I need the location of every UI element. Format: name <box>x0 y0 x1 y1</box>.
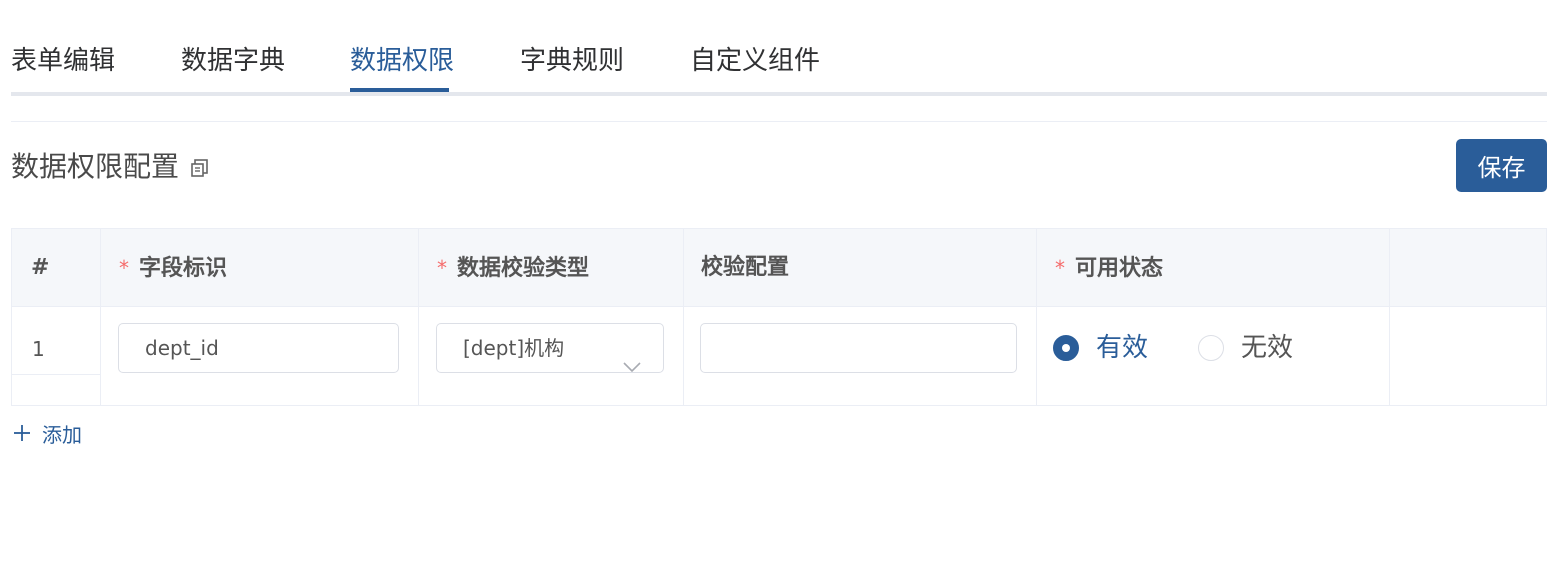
status-invalid-label[interactable]: 无效 <box>1241 331 1293 365</box>
save-button[interactable]: 保存 <box>1456 139 1547 192</box>
field-id-input[interactable]: dept_id <box>118 323 399 373</box>
active-tab-indicator <box>350 88 449 92</box>
plus-icon <box>12 423 32 443</box>
row-index-cell <box>12 307 100 375</box>
header-validation-type: * 数据校验类型 <box>437 256 590 281</box>
column-separator <box>683 229 684 405</box>
select-value: [dept]机构 <box>463 336 565 360</box>
tab-data-dictionary[interactable]: 数据字典 <box>181 44 285 78</box>
status-invalid-radio[interactable] <box>1198 335 1224 361</box>
copy-icon[interactable] <box>190 158 210 178</box>
header-field-id: * 字段标识 <box>119 256 228 281</box>
status-valid-radio[interactable] <box>1053 335 1079 361</box>
permission-table: # * 字段标识 * 数据校验类型 校验配置 * 可用状态 1 dept_id [de… <box>11 228 1547 406</box>
required-mark: * <box>437 256 447 280</box>
header-status: * 可用状态 <box>1055 256 1164 281</box>
chevron-down-icon <box>623 342 641 373</box>
section-divider <box>11 121 1547 122</box>
required-mark: * <box>1055 256 1065 280</box>
tab-bar: 表单编辑 数据字典 数据权限 字典规则 自定义组件 <box>11 0 1547 96</box>
validation-config-input[interactable] <box>700 323 1017 373</box>
tab-dictionary-rules[interactable]: 字典规则 <box>520 44 624 78</box>
required-mark: * <box>119 256 129 280</box>
column-separator <box>100 229 101 405</box>
status-valid-label[interactable]: 有效 <box>1096 331 1148 365</box>
row-index: 1 <box>32 337 45 361</box>
column-separator <box>1389 229 1390 405</box>
tab-custom-components[interactable]: 自定义组件 <box>690 44 820 78</box>
page-title: 数据权限配置 <box>11 150 180 183</box>
column-separator <box>418 229 419 405</box>
validation-type-select[interactable]: [dept]机构 <box>436 323 664 373</box>
column-separator <box>1036 229 1037 405</box>
add-row-label: 添加 <box>42 422 82 447</box>
tab-form-edit[interactable]: 表单编辑 <box>11 44 115 78</box>
header-validation-config: 校验配置 <box>701 255 790 280</box>
tab-data-permission[interactable]: 数据权限 <box>350 44 454 78</box>
add-row-button[interactable]: 添加 <box>12 418 82 448</box>
header-index: # <box>31 255 50 280</box>
